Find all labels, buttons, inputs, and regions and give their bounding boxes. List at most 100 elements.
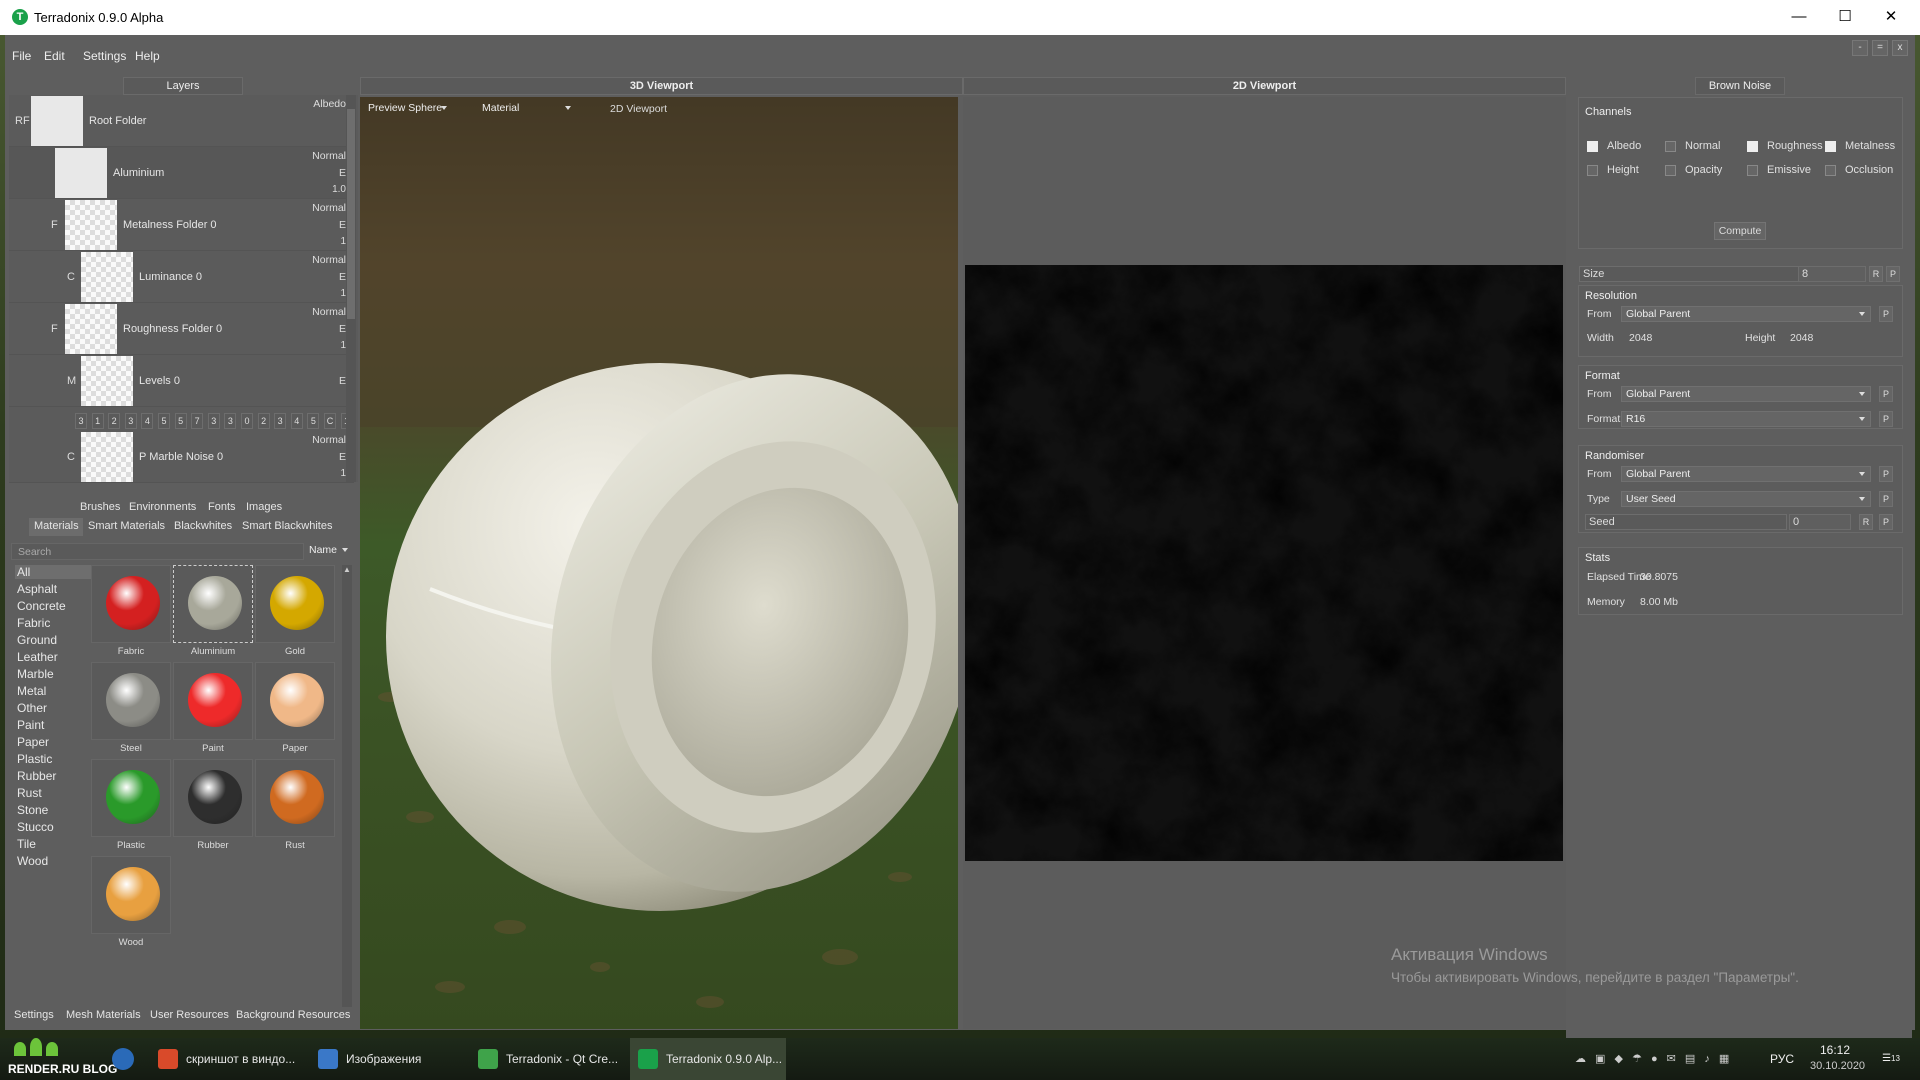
material-tile[interactable] xyxy=(173,759,253,837)
layer-channel[interactable]: Albedo xyxy=(313,98,346,110)
level-number-button[interactable]: 3 xyxy=(75,413,87,429)
properties-header[interactable]: Brown Noise xyxy=(1695,77,1785,95)
material-tile[interactable] xyxy=(91,759,171,837)
minimize-button[interactable]: — xyxy=(1776,0,1822,35)
channel-albedo-checkbox[interactable]: Albedo xyxy=(1587,140,1667,154)
menu-file[interactable]: File xyxy=(12,49,31,63)
seed-parent-button[interactable]: P xyxy=(1879,514,1893,530)
layer-thumbnail[interactable] xyxy=(65,200,117,250)
level-number-button[interactable]: 2 xyxy=(257,413,270,429)
tab-brushes[interactable]: Brushes xyxy=(75,499,126,517)
material-tile[interactable] xyxy=(91,662,171,740)
category-item[interactable]: Fabric xyxy=(17,616,50,630)
library-search-input[interactable]: Search xyxy=(11,543,304,560)
tab-materials[interactable]: Materials xyxy=(29,518,84,536)
material-tile[interactable] xyxy=(173,662,253,740)
checkbox-box[interactable] xyxy=(1747,141,1758,152)
seed-reset-button[interactable]: R xyxy=(1859,514,1873,530)
layer-opacity-value[interactable]: 1.0 xyxy=(332,184,346,195)
category-item[interactable]: Wood xyxy=(17,854,48,868)
viewport3d-header[interactable]: 3D Viewport xyxy=(360,77,963,95)
clock-date[interactable]: 30.10.2020 xyxy=(1810,1060,1865,1072)
size-reset-button[interactable]: R xyxy=(1869,266,1883,282)
type-parent-button[interactable]: P xyxy=(1879,491,1893,507)
layers-header[interactable]: Layers xyxy=(123,77,243,95)
height-value[interactable]: 2048 xyxy=(1790,332,1813,344)
category-item[interactable]: Paper xyxy=(17,735,49,749)
maximize-button[interactable]: ☐ xyxy=(1822,0,1868,35)
layer-channel[interactable]: Normal xyxy=(312,202,346,214)
menu-edit[interactable]: Edit xyxy=(44,49,65,63)
material-select[interactable]: Material xyxy=(478,101,576,117)
compute-button[interactable]: Compute xyxy=(1714,222,1766,240)
layer-enabled-flag[interactable]: E xyxy=(339,451,346,463)
category-item[interactable]: Ground xyxy=(17,633,57,647)
category-item[interactable]: All xyxy=(15,565,91,579)
tray-icons[interactable]: ☁ ▣ ◆ ☂ ● ✉ ▤ ♪ ▦ xyxy=(1575,1052,1745,1066)
category-item[interactable]: Stucco xyxy=(17,820,54,834)
level-number-button[interactable]: 5 xyxy=(158,413,170,429)
level-number-button[interactable]: 5 xyxy=(174,413,187,429)
layer-row[interactable]: RF Root Folder Albedo xyxy=(9,95,354,147)
material-tile[interactable] xyxy=(255,759,335,837)
resolution-from-select[interactable]: Global Parent xyxy=(1621,306,1871,322)
channel-occlusion-checkbox[interactable]: Occlusion xyxy=(1825,164,1905,178)
taskbar-item[interactable]: Terradonix 0.9.0 Alp... xyxy=(630,1038,786,1080)
dock-close-button[interactable]: x xyxy=(1892,40,1908,56)
category-item[interactable]: Rust xyxy=(17,786,42,800)
layer-row[interactable]: F Metalness Folder 0 Normal E 1 xyxy=(9,199,354,251)
channel-metalness-checkbox[interactable]: Metalness xyxy=(1825,140,1905,154)
seed-input[interactable]: 0 xyxy=(1789,514,1851,530)
level-number-button[interactable]: 4 xyxy=(141,413,154,429)
layer-thumbnail[interactable] xyxy=(81,356,133,406)
category-item[interactable]: Concrete xyxy=(17,599,66,613)
size-parent-button[interactable]: P xyxy=(1886,266,1900,282)
category-item[interactable]: Marble xyxy=(17,667,54,681)
layer-row[interactable]: F Roughness Folder 0 Normal E 1 xyxy=(9,303,354,355)
layer-row[interactable]: C Luminance 0 Normal E 1 xyxy=(9,251,354,303)
level-number-button[interactable]: 0 xyxy=(241,413,253,429)
category-item[interactable]: Paint xyxy=(17,718,44,732)
layer-enabled-flag[interactable]: E xyxy=(339,271,346,283)
tab-smart-blackwhites[interactable]: Smart Blackwhites xyxy=(237,518,338,536)
format-from-parent-button[interactable]: P xyxy=(1879,386,1893,402)
app-shortcut-icon[interactable] xyxy=(112,1048,134,1070)
resolution-parent-button[interactable]: P xyxy=(1879,306,1893,322)
layer-enabled-flag[interactable]: E xyxy=(339,219,346,231)
format-select[interactable]: R16 xyxy=(1621,411,1871,427)
level-number-button[interactable]: 3 xyxy=(124,413,137,429)
layers-scroll-thumb[interactable] xyxy=(347,109,355,319)
checkbox-box[interactable] xyxy=(1747,165,1758,176)
format-parent-button[interactable]: P xyxy=(1879,411,1893,427)
checkbox-box[interactable] xyxy=(1587,165,1598,176)
level-number-button[interactable]: 2 xyxy=(108,413,121,429)
randomiser-from-select[interactable]: Global Parent xyxy=(1621,466,1871,482)
channel-opacity-checkbox[interactable]: Opacity xyxy=(1665,164,1745,178)
level-number-button[interactable]: 1 xyxy=(91,413,104,429)
tab-fonts[interactable]: Fonts xyxy=(203,499,241,517)
size-input[interactable]: 8 xyxy=(1798,266,1866,282)
level-number-button[interactable]: 4 xyxy=(290,413,303,429)
level-number-button[interactable]: 5 xyxy=(307,413,320,429)
checkbox-box[interactable] xyxy=(1665,165,1676,176)
tab-blackwhites[interactable]: Blackwhites xyxy=(169,518,238,536)
dock-restore-button[interactable]: = xyxy=(1872,40,1888,56)
language-indicator[interactable]: РУС xyxy=(1770,1052,1794,1066)
layer-row[interactable]: M Levels 0 E xyxy=(9,355,354,407)
viewport-3d[interactable]: Preview Sphere Material 2D Viewport xyxy=(360,97,958,1029)
category-item[interactable]: Leather xyxy=(17,650,58,664)
layer-channel[interactable]: Normal xyxy=(312,306,346,318)
tab-environments[interactable]: Environments xyxy=(124,499,202,517)
layer-enabled-flag[interactable]: E xyxy=(339,375,346,387)
checkbox-box[interactable] xyxy=(1587,141,1598,152)
layer-row[interactable]: Aluminium Normal E 1.0 xyxy=(9,147,354,199)
clock-time[interactable]: 16:12 xyxy=(1820,1043,1850,1057)
checkbox-box[interactable] xyxy=(1825,141,1836,152)
notification-icon[interactable]: ☰13 xyxy=(1878,1048,1904,1070)
layer-channel[interactable]: Normal xyxy=(312,434,346,446)
channel-emissive-checkbox[interactable]: Emissive xyxy=(1747,164,1827,178)
channel-roughness-checkbox[interactable]: Roughness xyxy=(1747,140,1827,154)
layer-thumbnail[interactable] xyxy=(81,432,133,482)
menu-settings[interactable]: Settings xyxy=(83,49,126,63)
checkbox-box[interactable] xyxy=(1825,165,1836,176)
